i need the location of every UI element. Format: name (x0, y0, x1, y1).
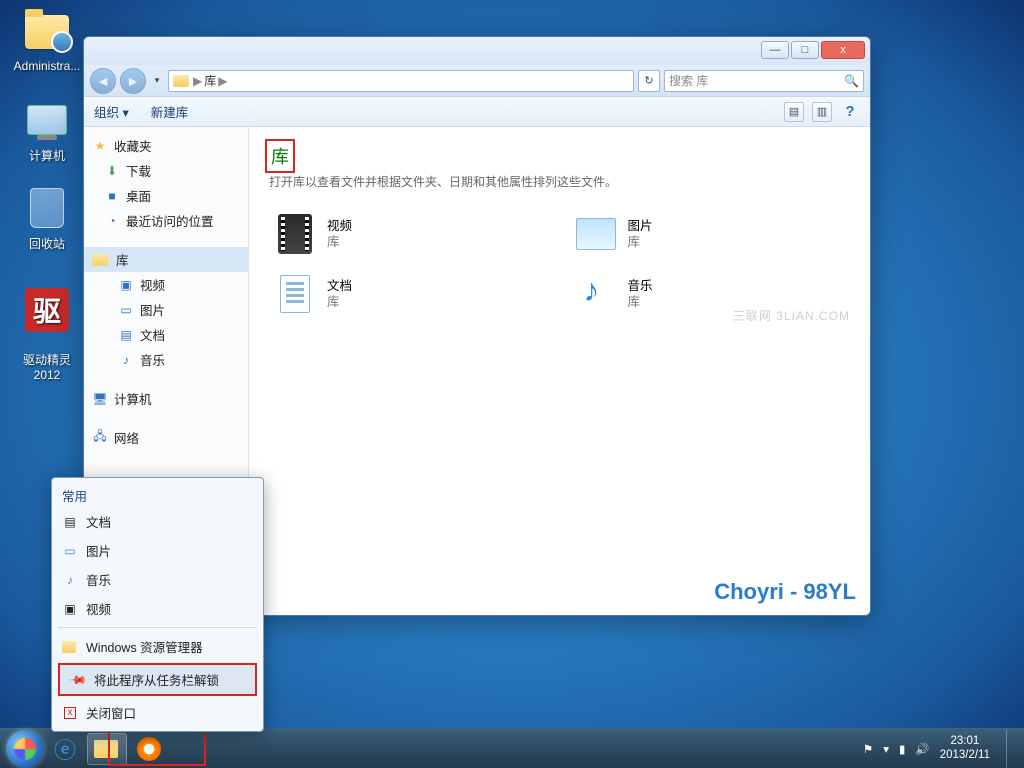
maximize-button[interactable]: □ (791, 41, 819, 59)
jumplist-unpin[interactable]: 📌将此程序从任务栏解锁 (60, 665, 255, 694)
jumplist-music[interactable]: ♪音乐 (52, 565, 263, 594)
video-icon (278, 214, 312, 254)
video-icon: ▣ (118, 277, 134, 293)
music-icon: ♪ (118, 352, 134, 368)
history-dropdown[interactable]: ▾ (150, 72, 164, 90)
desktop-icon-recycle-bin[interactable]: 回收站 (12, 184, 82, 252)
start-button[interactable] (6, 730, 44, 768)
music-icon (578, 274, 614, 314)
nav-music[interactable]: ♪音乐 (84, 347, 248, 372)
desktop-icon-label: 计算机 (12, 147, 82, 164)
close-button[interactable]: x (821, 41, 865, 59)
address-bar: ◄ ► ▾ ▶ 库 ▶ ↻ 搜索 库 🔍 (84, 65, 870, 97)
tray-clock[interactable]: 23:01 2013/2/11 (940, 735, 990, 763)
nav-documents[interactable]: ▤文档 (84, 322, 248, 347)
content-pane: 库 打开库以查看文件并根据文件夹、日期和其他属性排列这些文件。 视频库 图片库 … (249, 127, 870, 615)
tray-action-center-icon[interactable]: ⚑ (863, 742, 873, 756)
jumplist-explorer[interactable]: Windows 资源管理器 (52, 632, 263, 661)
jumplist-pictures[interactable]: ▭图片 (52, 536, 263, 565)
tray-date: 2013/2/11 (940, 749, 990, 763)
picture-icon: ▭ (118, 302, 134, 318)
desktop-icon-driver-genius[interactable]: 驱 驱动精灵 2012 (12, 272, 82, 396)
library-icon (92, 254, 108, 266)
search-icon: 🔍 (844, 74, 859, 88)
watermark: 三联网 3LIAN.COM (733, 307, 850, 324)
command-bar: 组织 ▾ 新建库 ▤ ▥ ? (84, 97, 870, 127)
nav-computer[interactable]: 🖥计算机 (84, 386, 248, 411)
desktop-icon-label: 驱动精灵 2012 (12, 351, 82, 382)
ie-icon: ⓔ (54, 733, 76, 765)
breadcrumb-root[interactable]: 库 (204, 72, 216, 89)
jumplist-close[interactable]: x关闭窗口 (52, 698, 263, 727)
desktop-icon-computer[interactable]: 计算机 (12, 96, 82, 164)
desktop-icon-label: Administra... (12, 59, 82, 73)
titlebar[interactable]: — □ x (84, 37, 870, 65)
organize-button[interactable]: 组织 ▾ (94, 102, 129, 121)
search-placeholder: 搜索 库 (669, 72, 708, 89)
library-pictures[interactable]: 图片库 (570, 208, 851, 260)
page-title: 库 (269, 143, 291, 169)
music-icon: ♪ (62, 572, 78, 588)
refresh-button[interactable]: ↻ (638, 70, 660, 92)
folder-icon (173, 75, 189, 87)
annotation-highlight (108, 730, 206, 766)
view-button[interactable]: ▤ (784, 102, 804, 122)
nav-network[interactable]: 🖧网络 (84, 425, 248, 450)
tray-overflow-icon[interactable]: ▾ (883, 742, 889, 756)
minimize-button[interactable]: — (761, 41, 789, 59)
nav-libraries[interactable]: 库 (84, 247, 248, 272)
jumplist-videos[interactable]: ▣视频 (52, 594, 263, 623)
show-desktop-button[interactable] (1006, 730, 1018, 768)
picture-icon (576, 218, 616, 250)
library-videos[interactable]: 视频库 (269, 208, 550, 260)
recent-icon: ◔ (104, 213, 120, 229)
tray-volume-icon[interactable]: 🔊 (915, 742, 929, 756)
nav-pictures[interactable]: ▭图片 (84, 297, 248, 322)
desktop-icon: ■ (104, 188, 120, 204)
forward-button[interactable]: ► (120, 68, 146, 94)
explorer-icon (62, 641, 76, 653)
taskbar-jumplist: 常用 ▤文档 ▭图片 ♪音乐 ▣视频 Windows 资源管理器 📌将此程序从任… (51, 477, 264, 732)
document-icon: ▤ (62, 514, 78, 530)
library-documents[interactable]: 文档库 (269, 268, 550, 320)
nav-videos[interactable]: ▣视频 (84, 272, 248, 297)
picture-icon: ▭ (62, 543, 78, 559)
taskbar: ⓔ ⚑ ▾ ▮ 🔊 23:01 2013/2/11 (0, 728, 1024, 768)
tray-battery-icon[interactable]: ▮ (899, 742, 905, 756)
jumplist-documents[interactable]: ▤文档 (52, 507, 263, 536)
brand: Choyri - 98YL (714, 579, 856, 605)
preview-pane-button[interactable]: ▥ (812, 102, 832, 122)
document-icon: ▤ (118, 327, 134, 343)
taskbar-ie[interactable]: ⓔ (45, 733, 85, 765)
back-button[interactable]: ◄ (90, 68, 116, 94)
desktop-icon-admin[interactable]: Administra... (12, 8, 82, 73)
nav-recent[interactable]: ◔最近访问的位置 (84, 208, 248, 233)
star-icon: ★ (92, 138, 108, 154)
close-icon: x (64, 707, 76, 719)
jumplist-header: 常用 (52, 482, 263, 507)
pin-icon: 📌 (67, 668, 90, 691)
tray-time: 23:01 (940, 735, 990, 749)
breadcrumb[interactable]: ▶ 库 ▶ (168, 70, 634, 92)
system-tray: ⚑ ▾ ▮ 🔊 23:01 2013/2/11 (863, 730, 1018, 768)
new-library-button[interactable]: 新建库 (151, 102, 189, 121)
nav-downloads[interactable]: ⬇下载 (84, 158, 248, 183)
help-button[interactable]: ? (840, 102, 860, 122)
nav-favorites[interactable]: ★收藏夹 (84, 133, 248, 158)
page-subtitle: 打开库以查看文件并根据文件夹、日期和其他属性排列这些文件。 (249, 169, 870, 208)
nav-desktop[interactable]: ■桌面 (84, 183, 248, 208)
download-icon: ⬇ (104, 163, 120, 179)
network-icon: 🖧 (92, 430, 108, 446)
video-icon: ▣ (62, 601, 78, 617)
desktop-icon-label: 回收站 (12, 235, 82, 252)
search-input[interactable]: 搜索 库 🔍 (664, 70, 864, 92)
document-icon (280, 275, 310, 313)
computer-icon: 🖥 (92, 391, 108, 407)
